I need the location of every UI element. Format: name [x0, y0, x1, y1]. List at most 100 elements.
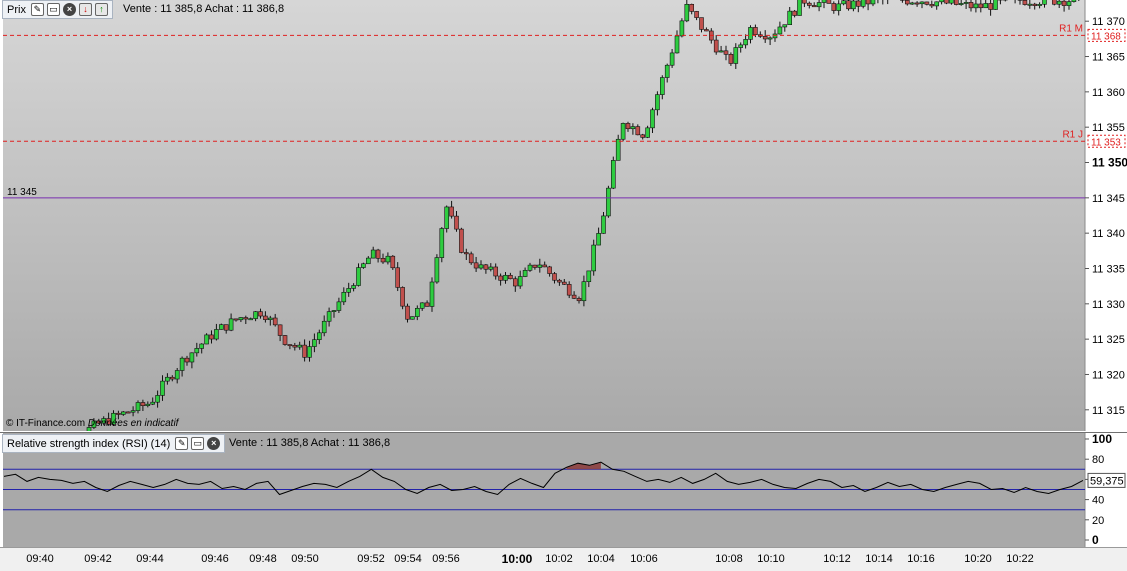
- candle-up: [195, 348, 199, 352]
- time-tick-label: 10:12: [823, 553, 851, 565]
- price-tick-label: 11 345: [1092, 193, 1125, 205]
- candle-down: [474, 263, 478, 268]
- candle-up: [518, 277, 522, 286]
- window-icon[interactable]: ▭: [47, 3, 60, 16]
- candle-up: [773, 34, 777, 38]
- price-tick-label: 11 355: [1092, 122, 1125, 134]
- candle-down: [807, 3, 811, 5]
- candle-up: [768, 38, 772, 39]
- candle-up: [910, 3, 914, 4]
- candle-up: [332, 310, 336, 311]
- candle-up: [357, 268, 361, 286]
- candle-down: [905, 0, 909, 4]
- rsi-chart-panel[interactable]: 100806040200 59,375 Relative strength in…: [0, 432, 1127, 547]
- time-tick-label: 10:22: [1006, 553, 1034, 565]
- time-tick-label: 10:14: [865, 553, 893, 565]
- candle-up: [489, 267, 493, 269]
- up-arrow-icon[interactable]: ↑: [95, 3, 108, 16]
- candle-up: [739, 45, 743, 48]
- candle-up: [822, 0, 826, 3]
- time-tick-label: 10:10: [757, 553, 785, 565]
- candle-up: [1072, 0, 1076, 2]
- candle-up: [205, 335, 209, 344]
- candle-down: [753, 27, 757, 34]
- candle-up: [1057, 1, 1061, 4]
- rsi-quote: Vente : 11 385,8 Achat : 11 386,8: [229, 437, 390, 449]
- wrench-icon[interactable]: ✎: [175, 437, 188, 450]
- candle-down: [508, 275, 512, 278]
- candle-down: [185, 358, 189, 362]
- candle-down: [700, 18, 704, 30]
- candle-down: [847, 1, 851, 9]
- candle-down: [690, 4, 694, 11]
- price-chart-panel[interactable]: 11 31511 32011 32511 33011 33511 34011 3…: [0, 0, 1127, 431]
- candle-up: [959, 3, 963, 4]
- price-tick-label: 11 325: [1092, 334, 1125, 346]
- candle-up: [156, 395, 160, 402]
- candle-up: [312, 340, 316, 347]
- time-tick-label: 10:20: [964, 553, 992, 565]
- window-icon[interactable]: ▭: [191, 437, 204, 450]
- candle-up: [371, 250, 375, 258]
- candle-up: [298, 345, 302, 347]
- price-tick-label: 11 340: [1092, 228, 1125, 240]
- candle-up: [940, 0, 944, 2]
- candle-down: [1023, 0, 1027, 4]
- candle-up: [386, 256, 390, 262]
- time-axis: 09:4009:4209:4409:4609:4809:5009:5209:54…: [0, 547, 1127, 571]
- candle-down: [925, 2, 929, 4]
- candle-up: [783, 25, 787, 27]
- candle-down: [543, 265, 547, 267]
- rsi-axis-background: [1085, 432, 1127, 547]
- candle-up: [151, 402, 155, 404]
- candle-down: [915, 3, 919, 4]
- candle-up: [670, 53, 674, 65]
- rsi-tick-label: 40: [1092, 495, 1104, 507]
- candle-up: [861, 0, 865, 6]
- time-tick-label: 09:50: [291, 553, 319, 565]
- price-tick-label: 11 320: [1092, 369, 1125, 381]
- candle-down: [469, 254, 473, 263]
- candle-up: [415, 308, 419, 316]
- candle-down: [376, 250, 380, 258]
- price-tick-label: 11 335: [1092, 263, 1125, 275]
- wrench-icon[interactable]: ✎: [31, 3, 44, 16]
- down-arrow-icon[interactable]: ↓: [79, 3, 92, 16]
- time-tick-label: 09:46: [201, 553, 229, 565]
- candle-up: [131, 411, 135, 413]
- candle-up: [317, 333, 321, 340]
- close-icon[interactable]: ×: [63, 3, 76, 16]
- candle-up: [665, 65, 669, 77]
- price-chart[interactable]: 11 31511 32011 32511 33011 33511 34011 3…: [0, 0, 1127, 431]
- rsi-tick-label: 80: [1092, 454, 1104, 466]
- candle-up: [842, 1, 846, 4]
- candle-up: [214, 329, 218, 339]
- candle-up: [587, 271, 591, 282]
- price-quote: Vente : 11 385,8 Achat : 11 386,8: [123, 3, 284, 15]
- price-tick-label: 11 365: [1092, 52, 1125, 64]
- candle-down: [278, 325, 282, 336]
- candle-down: [455, 216, 459, 229]
- candle-down: [793, 11, 797, 15]
- time-tick-label: 10:00: [502, 552, 533, 566]
- candle-down: [562, 282, 566, 284]
- price-panel-title: Prix: [7, 4, 26, 16]
- candle-up: [254, 312, 258, 319]
- candle-up: [871, 0, 875, 4]
- candle-up: [655, 95, 659, 110]
- price-tick-label: 11 370: [1092, 16, 1125, 28]
- candle-down: [381, 258, 385, 262]
- candle-up: [597, 233, 601, 245]
- candle-down: [832, 3, 836, 10]
- candle-down: [283, 335, 287, 344]
- candle-up: [361, 264, 365, 268]
- candle-down: [450, 207, 454, 216]
- candle-up: [410, 317, 414, 320]
- candle-up: [190, 353, 194, 362]
- time-tick-label: 10:04: [587, 553, 615, 565]
- time-tick-label: 10:16: [907, 553, 935, 565]
- close-icon[interactable]: ×: [207, 437, 220, 450]
- candle-up: [798, 0, 802, 16]
- price-toolbar: Prix ✎ ▭ × ↓ ↑: [2, 0, 113, 19]
- candle-up: [582, 282, 586, 301]
